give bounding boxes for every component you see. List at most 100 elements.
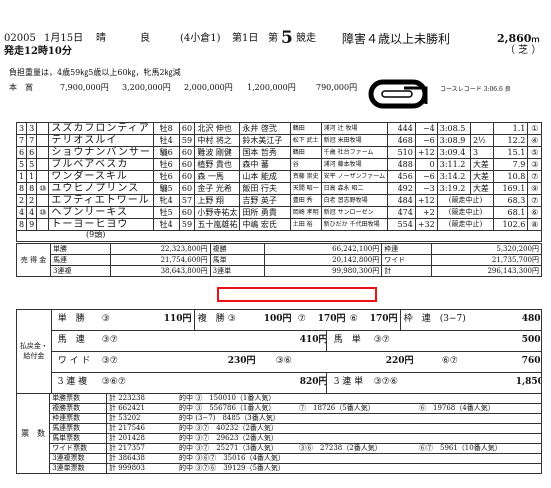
weight-carried: 59 [178, 134, 196, 147]
weather: 晴 [96, 33, 106, 44]
weight-carried: 60 [178, 158, 196, 171]
sex-age: 牡4 [152, 134, 180, 147]
prize-label: 本 賞 [9, 83, 33, 92]
tan-amount: 110円 [163, 314, 192, 324]
horse-number: 6 [26, 146, 38, 159]
sales-amount: 5,320,200円 [431, 243, 542, 255]
trainer: 山本 能成 [239, 170, 291, 183]
vote-entry: ③⑥ 27238（2番人気） [298, 444, 382, 452]
sex-age: 牡6 [152, 158, 180, 171]
horse-number: 4 [26, 206, 38, 219]
sales-type: 馬単 [209, 254, 265, 266]
jockey: 金子 光希 [194, 182, 241, 195]
vote-type: 枠連票数 [49, 413, 107, 424]
trainer: 森中 蕃 [239, 158, 291, 171]
margin: 大差 [469, 182, 495, 195]
popularity: ③ [527, 158, 542, 171]
vote-entry: 的中 ③⑦ 29623（2番人気） [178, 434, 278, 442]
tan-combo: ③ [101, 314, 110, 324]
vote-total: 計 662421 [108, 404, 145, 412]
wide-amount-1: 230円 [227, 356, 256, 366]
sales-amount: 99,980,300円 [263, 265, 383, 277]
frame-number: 8 [15, 218, 28, 231]
vote-detail: 計 217357 的中 ③⑦ 25271（3番人気） ③⑥ 27238（2番人気） ⑥… [105, 443, 543, 454]
owner: 豊田 秀 [289, 194, 322, 207]
sales-amount: 21,754,600円 [109, 254, 211, 266]
race-number: 5 [281, 28, 293, 48]
wide-combo-1: ③⑦ [101, 356, 118, 366]
jockey: 小野寺祐太 [194, 206, 241, 219]
owner: 岡崎 孝明 [289, 206, 322, 219]
race-date: 1月15日 [44, 33, 84, 44]
sex-age: 牡4 [152, 218, 180, 231]
owner: 鶴田 [289, 146, 322, 159]
margin: 大差 [469, 158, 495, 171]
surface: （ 芝 ） [505, 45, 542, 56]
finish-time: 3:08.9 [436, 134, 471, 147]
votes-row: 馬単票数計 201428 的中 ③⑦ 29623（2番人気） [17, 433, 543, 444]
jockey: 五十嵐雄祐 [194, 218, 241, 231]
trainer: 飯田 行夫 [239, 182, 291, 195]
margin: (競走中止) [436, 218, 495, 231]
sales-amount: 21,735,700円 [431, 254, 542, 266]
weight-mark [36, 218, 50, 231]
sales-type: 3連単 [209, 265, 265, 277]
weight-carried: 60 [178, 170, 196, 183]
results-table: 3 3 スズカフロンティア 牡8 60 北沢 伸也 永井 啓弐 鶴田 浦河 辻 牧場 444 −4 3… [15, 122, 542, 242]
odds: 12.2 [493, 134, 529, 147]
odds: 7.9 [493, 158, 529, 171]
vote-entry: 的中 (3−7) 8485（3番人気） [178, 414, 280, 422]
prize-3: 2,000,000円 [184, 83, 233, 92]
odds: 102.6 [493, 218, 529, 231]
horse-weight: 474 [387, 206, 416, 219]
finish-time: 3:09.4 [436, 146, 471, 159]
vote-entry: ⑦ 18726（5番人気） [298, 404, 375, 412]
jockey: 中村 将之 [194, 134, 241, 147]
popularity: ⑥ [527, 206, 542, 219]
frame-number: 1 [15, 170, 28, 183]
trainer: 永井 啓弐 [239, 122, 291, 135]
jockey: 森 一馬 [194, 170, 241, 183]
popularity: ⑧ [527, 218, 542, 231]
sex-age: 牡6 [152, 170, 180, 183]
popularity: ① [527, 122, 542, 135]
odds: 68.3 [493, 194, 529, 207]
owner: 土田 裕 [289, 218, 322, 231]
vote-type: 馬連票数 [49, 423, 107, 434]
payout-row-1: 単 勝 ③ 110円 複 勝 ③ 100円 ⑦ 170円 ⑥ 170円 枠 連 … [50, 309, 543, 331]
margin: (競走中止) [436, 206, 495, 219]
start-time: 発走12時10分 [4, 46, 72, 57]
sales-amount: 20,142,800円 [263, 254, 383, 266]
horse-weight: 492 [387, 182, 416, 195]
vote-total: 計 999803 [108, 464, 145, 472]
waku-label: 枠 連 [403, 314, 431, 324]
result-row: 1 1 ワンダースキル 牡6 60 森 一馬 山本 能成 斉藤 崇史 安平 ノーザンファーム 45… [15, 170, 542, 183]
horse-name: ユウヒノプリンス [48, 182, 154, 195]
owner: 谷 [289, 158, 322, 171]
odds: 15.1 [493, 146, 529, 159]
wide-amount-2: 220円 [385, 356, 414, 366]
frame-number: 6 [15, 146, 28, 159]
weight-carried: 60 [178, 206, 196, 219]
breeder: 浦河 辻 牧場 [320, 122, 389, 135]
fuku-label: 複 勝 [197, 314, 225, 324]
horse-name: ワンダースキル [48, 170, 154, 183]
votes-row: 複勝票数計 662421 的中 ③ 556786（1番人気） ⑦ 18726（5番人… [17, 403, 543, 414]
vote-entry: 的中 ③ 150010（1番人気） [178, 394, 276, 402]
weight-mark: ⑩ [36, 182, 50, 195]
vote-total: 計 217546 [108, 424, 145, 432]
horse-weight: 554 [387, 218, 416, 231]
weight-carried: 60 [178, 146, 196, 159]
umatan-combo: ③⑦ [373, 335, 390, 345]
waku-amount: 480円 [521, 314, 541, 324]
horse-weight: 456 [387, 170, 416, 183]
sales-row: 馬連 21,754,600円 馬単 20,142,800円 ワイド 21,735,700円 [17, 254, 542, 266]
trainer: 鈴木美江子 [239, 134, 291, 147]
sex-age: 牡8 [152, 122, 180, 135]
trifecta-combo: ③⑦⑥ [373, 377, 398, 387]
breeder: 浦河 藤本牧場 [320, 158, 389, 171]
popularity: ⑦ [527, 170, 542, 183]
horse-number: 5 [26, 158, 38, 171]
finish-time: 3:08.5 [436, 122, 471, 135]
vote-detail: 計 662421 的中 ③ 556786（1番人気） ⑦ 18726（5番人気） ⑥ … [105, 403, 543, 414]
